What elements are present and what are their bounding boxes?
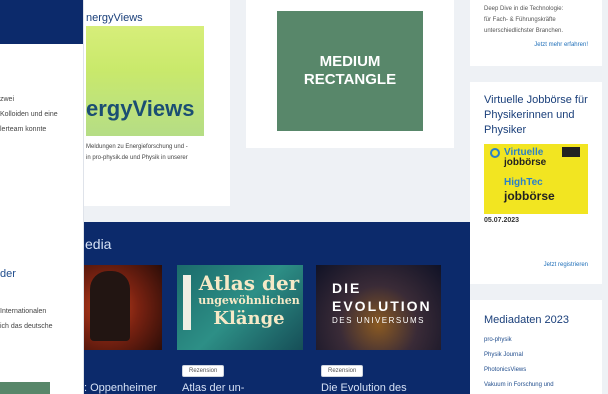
book-cover-evolution[interactable]: DIE EVOLUTION DES UNIVERSUMS [316, 265, 441, 350]
left-green-ad[interactable] [0, 382, 50, 394]
left-article-title[interactable]: der [0, 268, 16, 280]
banner-line: jobbörse [504, 157, 547, 168]
left-teaser-text: zwei Kolloiden und eine lerteam konnte [0, 92, 83, 137]
media-section-title: edia [85, 236, 112, 252]
cover-title: DIE EVOLUTION DES UNIVERSUMS [332, 279, 432, 327]
banner-line: jobbörse [504, 189, 555, 203]
jobboerse-card: Virtuelle Jobbörse für Physikerinnen und… [470, 82, 602, 284]
left-panel: zwei Kolloiden und eine lerteam konnte d… [0, 0, 84, 394]
deep-dive-text: Deep Dive in die Technologie: für Fach- … [484, 4, 563, 37]
left-article-text: Internationalen ich das deutsche [0, 304, 53, 334]
left-teaser-line: lerteam konnte [0, 126, 47, 133]
book-title-link[interactable]: Atlas der un- [182, 382, 244, 394]
learn-more-link[interactable]: Jetzt mehr erfahren! [534, 42, 588, 48]
energyviews-desc-line: in pro-physik.de und Physik in unserer [86, 155, 188, 161]
left-teaser-line: zwei [0, 96, 15, 103]
mediadaten-link[interactable]: pro-physik [484, 333, 554, 348]
left-teaser-line: Kolloiden und eine [0, 111, 58, 118]
mediadaten-card: Mediadaten 2023 pro-physik Physik Journa… [470, 300, 602, 394]
cover-title: Atlas der ungewöhnlichen Klänge [197, 273, 301, 329]
ad-label-line2: RECTANGLE [303, 71, 397, 88]
left-navbar [0, 0, 83, 44]
review-tag: Rezension [321, 365, 364, 377]
deep-dive-card: Deep Dive in die Technologie: für Fach- … [470, 0, 602, 66]
energyviews-desc-line: Meldungen zu Energieforschung und - [86, 144, 188, 150]
brand-badge [562, 147, 580, 157]
ad-card: MEDIUM RECTANGLE [246, 0, 454, 148]
mediadaten-link[interactable]: PhotonicsViews [484, 363, 554, 378]
energyviews-title[interactable]: nergyViews [86, 12, 143, 24]
register-link[interactable]: Jetzt registrieren [544, 262, 588, 268]
book-cover-oppenheimer[interactable] [84, 265, 162, 350]
mediadaten-link[interactable]: Physik Journal [484, 348, 554, 363]
energyviews-image[interactable]: ergyViews [86, 26, 204, 136]
event-date: 05.07.2023 [484, 217, 520, 224]
cover-title-line: EVOLUTION [332, 298, 432, 314]
jobboerse-banner[interactable]: Virtuelle jobbörse HighTec jobbörse [484, 144, 588, 214]
cover-title-line: DES UNIVERSUMS [332, 316, 426, 325]
energyviews-card[interactable]: nergyViews ergyViews Meldungen zu Energi… [84, 0, 230, 206]
medium-rectangle-ad[interactable]: MEDIUM RECTANGLE [277, 11, 423, 131]
cover-spine-label [183, 275, 191, 330]
mediadaten-title: Mediadaten 2023 [484, 314, 570, 326]
cover-title-line: DIE [332, 280, 362, 296]
media-section: edia Atlas der ungewöhnlichen Klänge DIE… [84, 222, 470, 394]
deep-dive-line: unterschiedlichster Branchen. [484, 28, 564, 34]
ad-label-line1: MEDIUM [319, 53, 381, 70]
deep-dive-line: Deep Dive in die Technologie: [484, 6, 564, 12]
book-cover-atlas[interactable]: Atlas der ungewöhnlichen Klänge [177, 265, 303, 350]
mediadaten-list: pro-physik Physik Journal PhotonicsViews… [484, 333, 554, 393]
banner-line: HighTec [504, 177, 543, 188]
energyviews-description: Meldungen zu Energieforschung und - in p… [86, 142, 226, 164]
cover-figure [90, 271, 130, 341]
deep-dive-line: für Fach- & Führungskräfte [484, 17, 556, 23]
mediadaten-link[interactable]: Vakuum in Forschung und [484, 378, 554, 393]
review-tag: Rezension [182, 365, 225, 377]
left-article-line: ich das deutsche [0, 323, 53, 330]
magnifier-icon [490, 148, 500, 158]
cover-title-line: Atlas der [198, 271, 300, 295]
left-article-line: Internationalen [0, 308, 47, 315]
energyviews-logo-text: ergyViews [86, 96, 195, 121]
cover-title-line: Klänge [213, 308, 285, 329]
book-title-link[interactable]: Die Evolution des [321, 382, 407, 394]
book-title-link[interactable]: : Oppenheimer [84, 382, 157, 394]
cover-title-line: ungewöhnlichen [198, 294, 300, 307]
jobboerse-title[interactable]: Virtuelle Jobbörse für Physikerinnen und… [484, 93, 602, 138]
